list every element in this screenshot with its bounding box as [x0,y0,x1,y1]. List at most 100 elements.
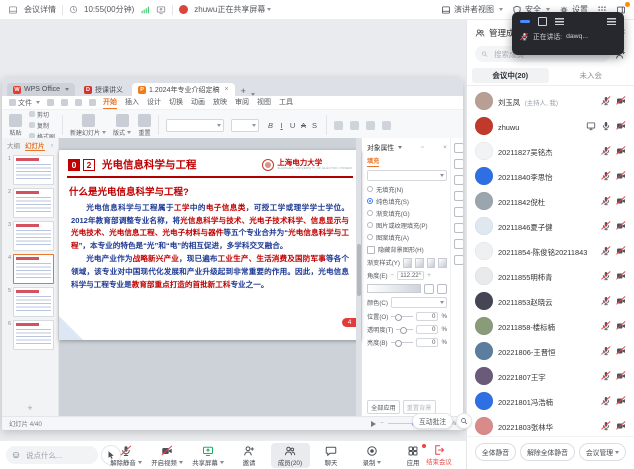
gradient-stops-bar[interactable] [367,284,421,293]
copy-button[interactable]: 复制 [29,121,55,130]
font-family-select[interactable] [166,119,224,132]
camera-icon[interactable] [616,421,626,431]
slide-thumbnail[interactable]: 4 [4,254,54,284]
wps-doc-tab-1[interactable]: D 授课讲义 [78,83,129,96]
color-select[interactable] [391,297,447,308]
annotation-button[interactable]: 互动批注 [412,413,453,429]
network-signal-icon[interactable] [140,5,150,15]
fill-preset-select[interactable] [367,170,447,181]
fill-option-radio[interactable]: 无填充(N) [367,185,447,194]
mic-icon[interactable] [601,196,611,206]
angle-minus-button[interactable]: − [391,272,395,279]
redo-icon[interactable] [89,99,96,106]
mic-icon[interactable] [601,371,611,381]
add-slide-button[interactable]: + [2,403,58,417]
mic-icon[interactable] [601,246,611,256]
fill-option-radio[interactable]: 渐变填充(G) [367,209,447,218]
hide-background-checkbox[interactable]: 隐藏背景图形(H) [367,245,447,254]
slide-layout-button[interactable]: 版式 [113,114,131,137]
member-action-button[interactable]: 全体静音 [475,443,516,461]
gradient-style-swatch[interactable] [415,258,424,268]
camera-icon[interactable] [616,271,626,281]
wps-menu-item[interactable]: 设计 [147,97,161,109]
share-mini-icon[interactable] [156,5,166,15]
align-icon[interactable] [366,121,375,130]
help-icon[interactable] [454,239,464,249]
gradient-style-swatch[interactable] [427,258,436,268]
sidebar-tab[interactable]: 未入会 [553,68,630,83]
camera-icon[interactable] [616,221,626,231]
close-panel-icon[interactable]: × [443,144,447,151]
emoji-icon[interactable] [12,450,20,460]
participant-row[interactable]: zhuwu [475,113,626,138]
mic-icon[interactable] [601,296,611,306]
pin-icon[interactable]: ▫ [421,144,423,151]
zoom-out-button[interactable]: − [380,420,384,427]
outline-tab[interactable]: 大纲 [7,140,20,150]
font-style-button[interactable]: S [310,121,319,130]
close-tab-icon[interactable]: × [224,86,228,93]
toolbar-button[interactable]: 共享屏幕 [189,443,228,468]
wps-menu-item[interactable]: 工具 [279,97,293,109]
bullet-list-icon[interactable] [334,121,343,130]
line-spacing-icon[interactable] [382,121,391,130]
properties-icon[interactable] [454,143,464,153]
undo-icon[interactable] [75,99,82,106]
slide-thumbnail[interactable]: 1 [4,155,54,185]
properties-action-button[interactable]: 重置背景 [403,400,436,414]
numbered-list-icon[interactable] [350,121,359,130]
fill-section-label[interactable]: 填充 [367,156,379,167]
toolbar-button[interactable]: 录制 [353,443,392,468]
camera-icon[interactable] [616,246,626,256]
participant-row[interactable]: 20221803张林华 [475,413,626,436]
font-style-button[interactable]: U [288,121,297,130]
wps-menu-item[interactable]: 视图 [257,97,271,109]
reset-button[interactable]: 重置 [138,114,151,137]
slide-scrollbar[interactable] [356,138,361,417]
slide-thumbnail[interactable]: 6 [4,320,54,350]
toolbar-button[interactable]: 解除静音 [107,443,146,468]
save-icon[interactable] [47,99,54,106]
participant-row[interactable]: 20211855明柿青 [475,263,626,288]
font-style-button[interactable]: B [266,121,275,130]
meeting-details-link[interactable]: 会议详情 [24,4,56,15]
participant-row[interactable]: 20211853赵晓云 [475,288,626,313]
fill-option-radio[interactable]: 纯色填充(S) [367,197,447,206]
wps-menu-item[interactable]: 审阅 [235,97,249,109]
toolbar-button[interactable]: 聊天 [312,443,351,468]
new-tab-button[interactable]: + [241,86,246,96]
selection-pane-icon[interactable] [454,207,464,217]
participant-row[interactable]: 20211854-陈俊铭20211843 [475,238,626,263]
fill-option-radio[interactable]: 图片或纹理填充(P) [367,221,447,230]
wps-menu-item[interactable]: 插入 [125,97,139,109]
play-slideshow-icon[interactable] [371,421,376,427]
camera-icon[interactable] [616,321,626,331]
wps-menu-item[interactable]: 放映 [213,97,227,109]
camera-icon[interactable] [616,146,626,156]
participant-row[interactable]: 20211827吴铭杰 [475,138,626,163]
view-mode-button[interactable]: 演讲者视图 [441,4,503,15]
mic-icon[interactable] [601,396,611,406]
font-style-button[interactable]: I [277,121,286,130]
paste-button[interactable]: 粘贴 [9,114,22,137]
window-icon[interactable] [538,17,547,26]
wps-doc-tab-2[interactable]: P 1.2024年专业介绍定稿 × [132,83,235,96]
camera-icon[interactable] [616,371,626,381]
camera-icon[interactable] [616,396,626,406]
camera-icon[interactable] [616,196,626,206]
slide-thumbnail[interactable]: 2 [4,188,54,218]
camera-icon[interactable] [616,346,626,356]
participant-row[interactable]: 20211846夏子健 [475,213,626,238]
transition-icon[interactable] [454,191,464,201]
toolbar-button[interactable]: 开启视频 [148,443,187,468]
font-size-select[interactable] [231,119,259,132]
magnifier-button[interactable] [456,413,472,429]
effects-icon[interactable] [454,159,464,169]
participant-row[interactable]: 20211840李思怡 [475,163,626,188]
comment-icon[interactable] [454,223,464,233]
slider-row[interactable]: 亮度(B) 0 % [367,338,447,347]
fill-option-radio[interactable]: 图案填充(A) [367,233,447,242]
slide-thumbnail[interactable]: 5 [4,287,54,317]
gradient-style-swatch[interactable] [438,258,447,268]
add-stop-icon[interactable] [424,284,434,294]
